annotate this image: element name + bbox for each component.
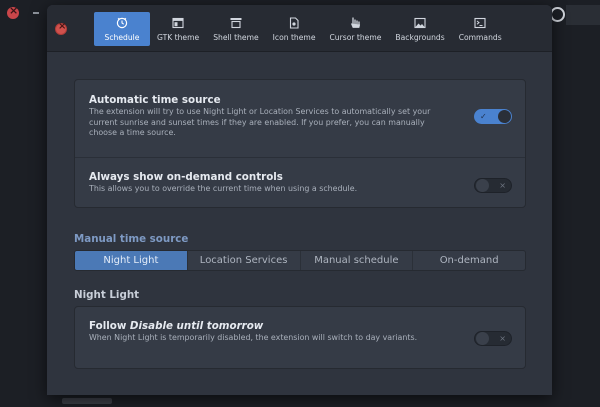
background-window-close-icon[interactable] (7, 4, 19, 19)
close-window-button[interactable]: × (55, 21, 67, 35)
check-icon: ✓ (480, 112, 487, 121)
ondemand-controls-switch[interactable]: × (474, 178, 512, 193)
cross-icon: × (499, 334, 506, 343)
ondemand-controls-row: Always show on-demand controls This allo… (75, 158, 525, 208)
follow-italic: Disable until tomorrow (129, 320, 264, 332)
desktop: × Schedule GTK theme (0, 0, 600, 407)
file-icon (288, 16, 300, 29)
follow-disable-switch[interactable]: × (474, 331, 512, 346)
option-location-services[interactable]: Location Services (188, 251, 301, 270)
background-window-minimize-icon (33, 12, 39, 14)
follow-prefix: Follow (89, 320, 130, 332)
auto-time-source-row: Automatic time source The extension will… (75, 80, 525, 157)
background-window-text (62, 398, 112, 404)
image-icon (414, 17, 426, 29)
tab-label: Schedule (104, 32, 140, 42)
ondemand-controls-description: This allows you to override the current … (89, 184, 358, 193)
window-icon (172, 17, 184, 29)
tab-schedule[interactable]: Schedule (94, 12, 150, 46)
background-window-circle-icon (550, 7, 565, 22)
tab-gtk-theme[interactable]: GTK theme (150, 12, 206, 46)
auto-time-source-title: Automatic time source (89, 94, 221, 106)
header-bar: × Schedule GTK theme Shell theme Icon th… (47, 5, 552, 52)
panel-icon (230, 17, 242, 29)
close-icon: × (58, 21, 67, 32)
manual-time-source-selector: Night Light Location Services Manual sch… (74, 250, 526, 271)
tab-label: Cursor theme (329, 32, 382, 42)
tab-label: GTK theme (157, 32, 200, 42)
tab-bar: Schedule GTK theme Shell theme Icon them… (94, 12, 509, 46)
switch-knob (476, 332, 489, 345)
tab-label: Backgrounds (395, 32, 445, 42)
schedule-page: Automatic time source The extension will… (74, 79, 526, 369)
preferences-window: × Schedule GTK theme Shell theme Icon th… (47, 5, 552, 395)
tab-backgrounds[interactable]: Backgrounds (388, 12, 451, 46)
tab-label: Shell theme (213, 32, 259, 42)
auto-time-source-description: The extension will try to use Night Ligh… (89, 107, 431, 137)
tab-commands[interactable]: Commands (452, 12, 509, 46)
switch-knob (498, 110, 511, 123)
tab-icon-theme[interactable]: Icon theme (266, 12, 323, 46)
night-light-section-title: Night Light (74, 289, 140, 301)
auto-time-source-switch[interactable]: ✓ (474, 109, 512, 124)
settings-card: Automatic time source The extension will… (74, 79, 526, 208)
tab-label: Icon theme (272, 32, 316, 42)
terminal-icon (474, 17, 486, 29)
tab-cursor-theme[interactable]: Cursor theme (323, 12, 389, 46)
option-night-light[interactable]: Night Light (75, 251, 188, 270)
background-window-bar (566, 5, 600, 25)
clock-icon (116, 17, 128, 29)
option-on-demand[interactable]: On-demand (413, 251, 525, 270)
tab-label: Commands (458, 32, 502, 42)
cross-icon: × (499, 181, 506, 190)
tab-shell-theme[interactable]: Shell theme (206, 12, 265, 46)
follow-disable-title: Follow Disable until tomorrow (89, 320, 435, 332)
manual-time-source-title: Manual time source (74, 233, 189, 245)
pointer-hand-icon (349, 16, 361, 29)
switch-knob (476, 179, 489, 192)
follow-disable-row: Follow Disable until tomorrow When Night… (75, 307, 525, 368)
ondemand-controls-title: Always show on-demand controls (89, 171, 283, 183)
night-light-card: Follow Disable until tomorrow When Night… (74, 306, 526, 369)
follow-disable-description: When Night Light is temporarily disabled… (89, 333, 418, 342)
option-manual-schedule[interactable]: Manual schedule (301, 251, 414, 270)
